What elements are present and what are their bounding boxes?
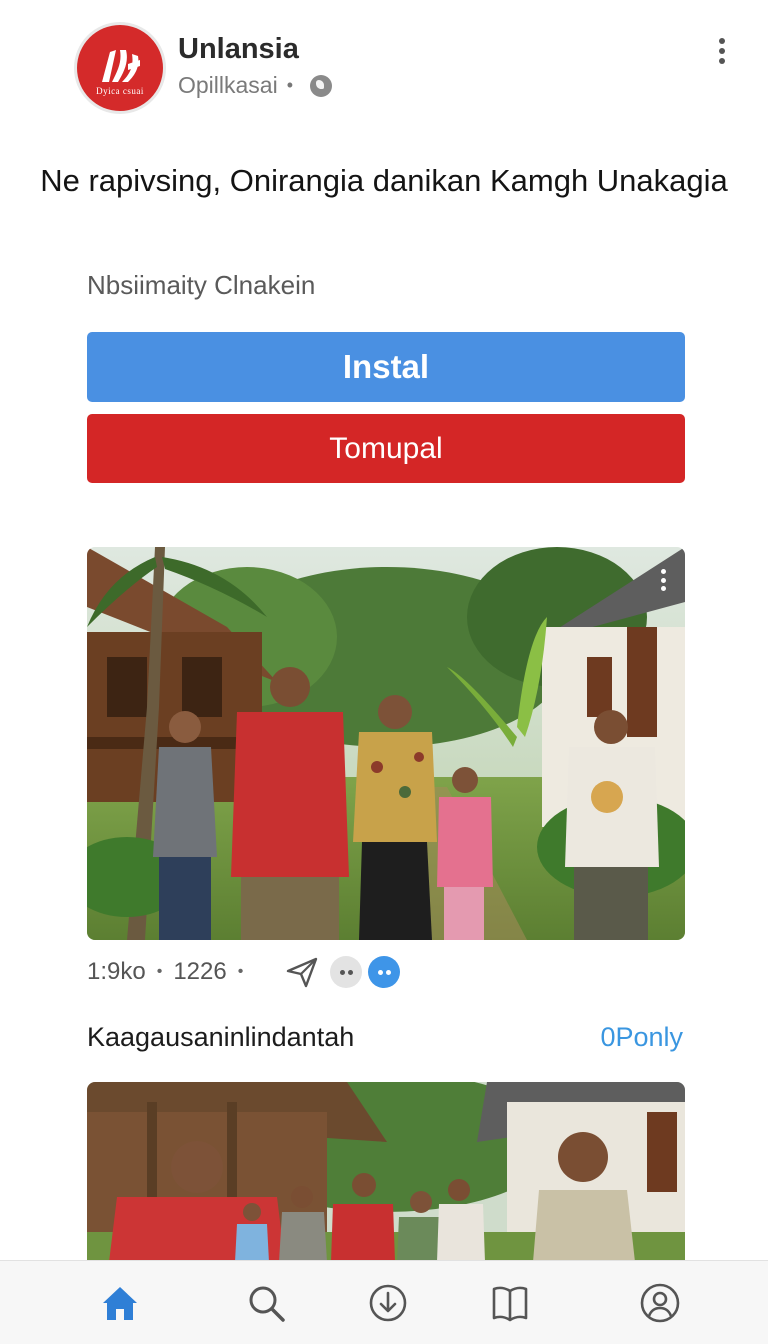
app-subtitle: Opillkasai <box>178 72 278 98</box>
secondary-photo[interactable] <box>87 1082 685 1262</box>
comment-chip-icon[interactable] <box>368 956 401 988</box>
bottom-navigation <box>0 1260 768 1344</box>
globe-icon <box>310 74 333 97</box>
send-icon[interactable] <box>284 954 320 990</box>
app-logo[interactable]: Dyica csuai <box>77 25 163 111</box>
village-photo-illustration <box>87 547 685 940</box>
section-link[interactable]: 0Ponly <box>600 1022 683 1053</box>
photo-more-icon[interactable] <box>659 569 667 591</box>
app-header: Dyica csuai Unlansia Opillkasai • <box>0 0 768 130</box>
nav-home[interactable] <box>96 1279 144 1327</box>
nav-profile[interactable] <box>636 1279 684 1327</box>
separator-dot: • <box>286 75 294 95</box>
profile-icon <box>640 1283 680 1323</box>
reactions-count: 1226 <box>173 958 227 985</box>
download-icon <box>369 1284 407 1322</box>
more-options-icon[interactable] <box>712 38 732 64</box>
app-screen: Dyica csuai Unlansia Opillkasai • Ne rap… <box>0 0 768 1344</box>
nav-search[interactable] <box>242 1279 290 1327</box>
secondary-button[interactable]: Tomupal <box>87 414 685 483</box>
stats-row: 1:9ko • 1226 • <box>87 952 401 992</box>
headline: Ne rapivsing, Onirangia danikan Kamgh Un… <box>40 163 728 198</box>
nav-library[interactable] <box>486 1279 534 1327</box>
logo-mark-icon <box>102 50 140 82</box>
install-button[interactable]: Instal <box>87 332 685 402</box>
home-icon <box>103 1287 137 1320</box>
views-count: 1:9ko <box>87 958 146 985</box>
app-name: Unlansia <box>178 33 299 65</box>
app-subtitle-row: Opillkasai • <box>178 72 333 99</box>
nav-downloads[interactable] <box>364 1279 412 1327</box>
more-reactions-icon[interactable] <box>330 956 363 988</box>
section-title: Kaagausaninlindantah <box>87 1022 355 1052</box>
search-icon <box>249 1286 285 1322</box>
separator-dot: • <box>156 963 163 980</box>
category-label: Nbsiimaity Clnakein <box>87 270 316 300</box>
feature-photo[interactable] <box>87 547 685 940</box>
library-icon <box>492 1286 528 1322</box>
logo-text: Dyica csuai <box>96 86 144 96</box>
group-photo-illustration <box>87 1082 685 1262</box>
separator-dot: • <box>237 963 244 980</box>
